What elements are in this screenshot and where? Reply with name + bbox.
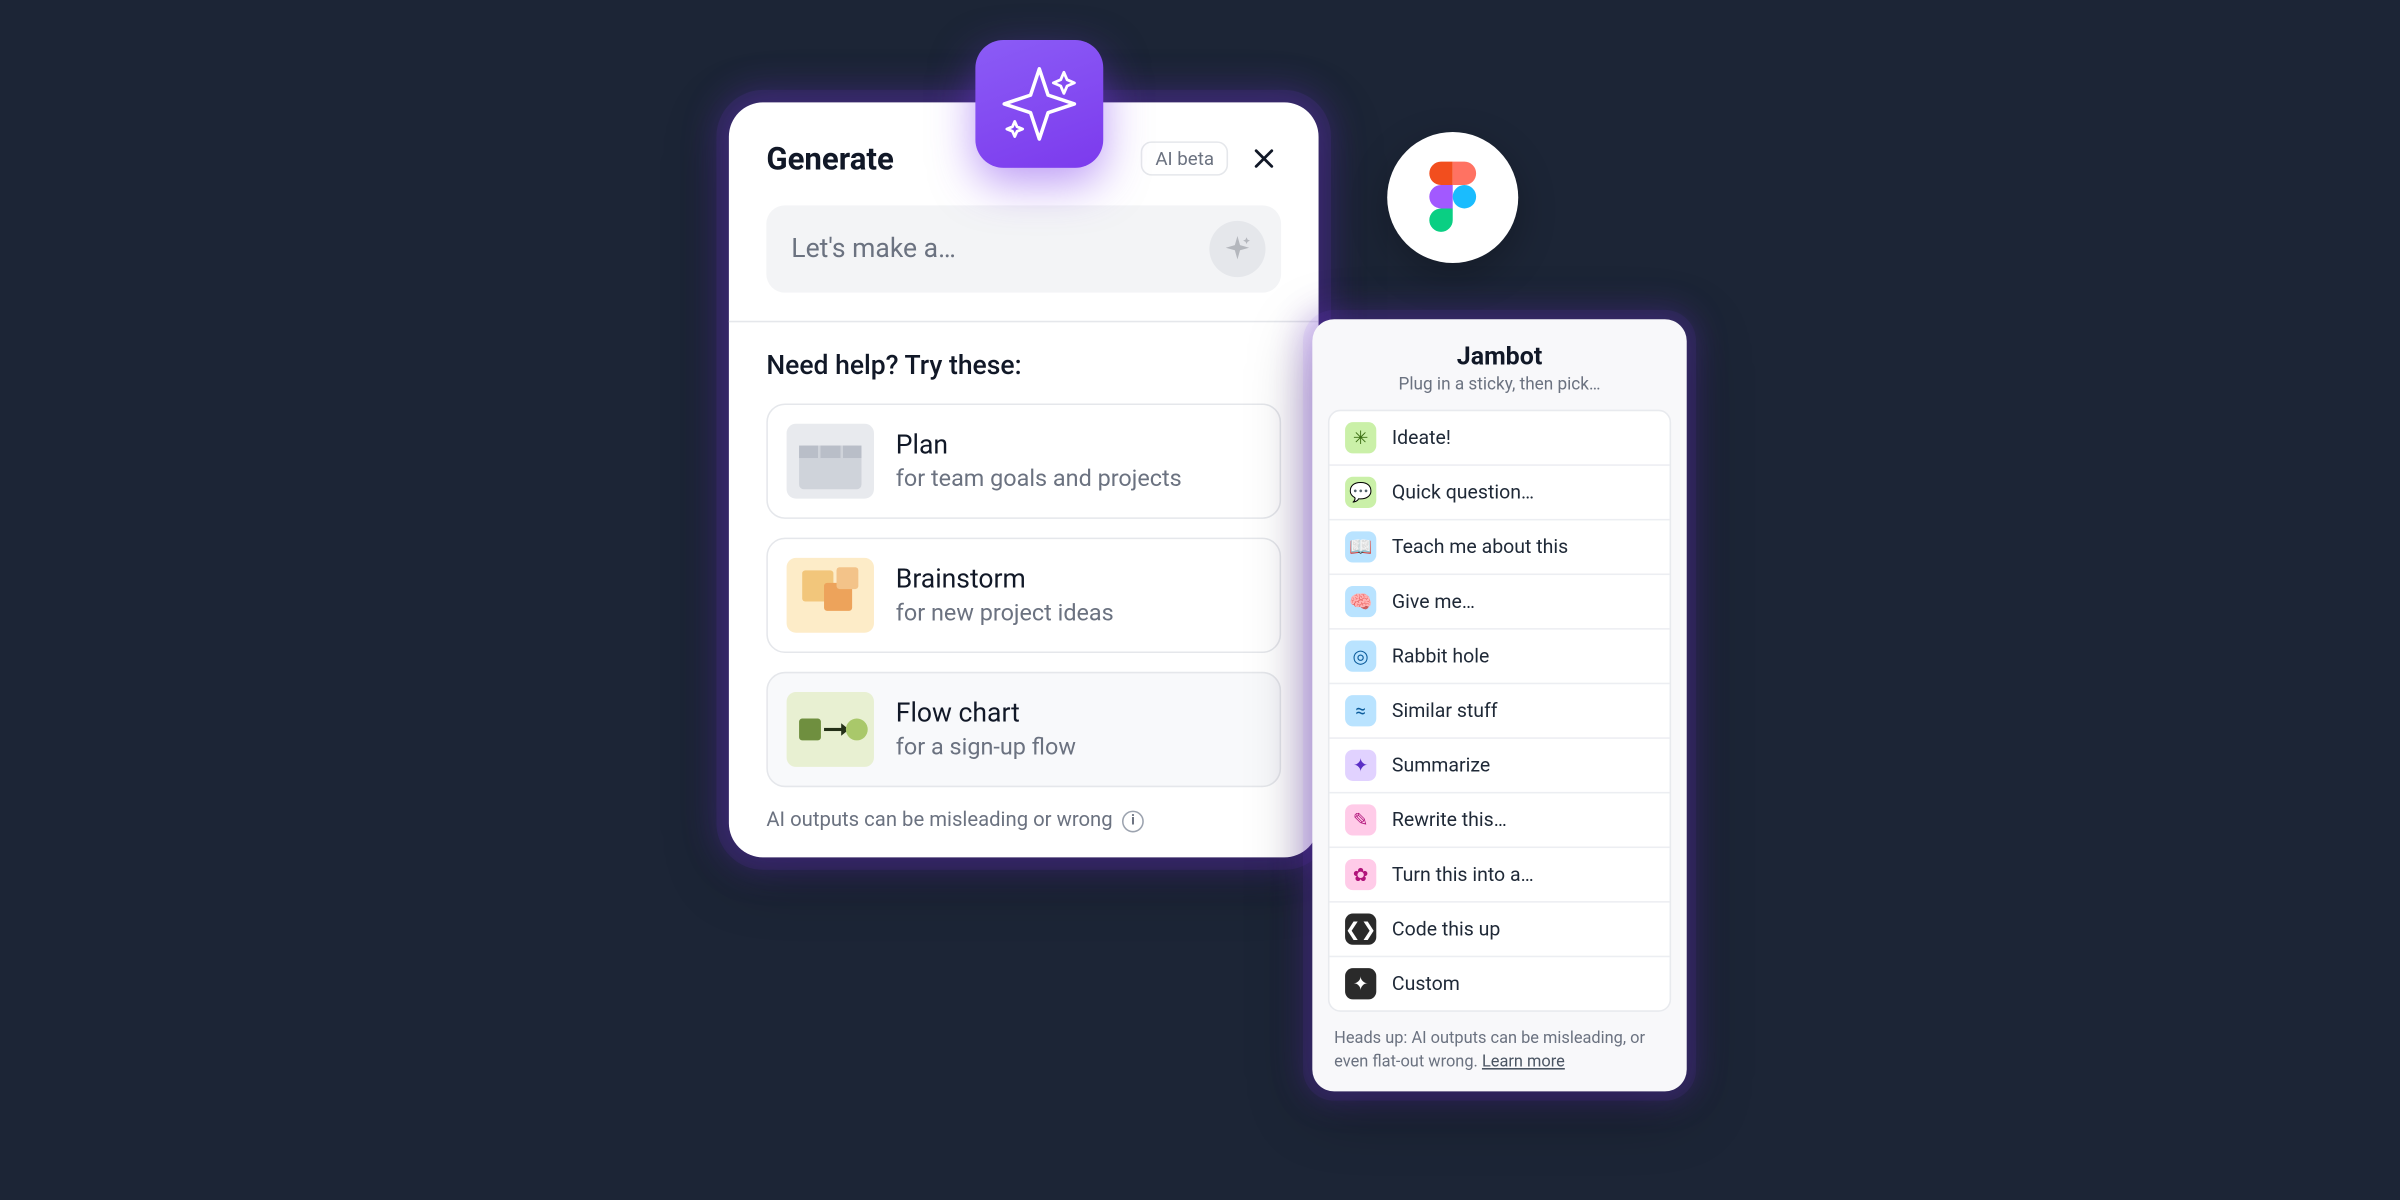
jambot-item-icon: ❮❯ bbox=[1345, 914, 1376, 945]
jambot-footer: Heads up: AI outputs can be misleading, … bbox=[1312, 1012, 1686, 1077]
jambot-item-icon: ≈ bbox=[1345, 695, 1376, 726]
jambot-item-icon: ✿ bbox=[1345, 859, 1376, 890]
ai-disclaimer: AI outputs can be misleading or wrong i bbox=[766, 809, 1281, 832]
suggestion-subtitle: for team goals and projects bbox=[896, 464, 1182, 492]
suggestion-title: Brainstorm bbox=[896, 564, 1114, 595]
prompt-placeholder: Let's make a… bbox=[791, 233, 1209, 264]
suggestion-brainstorm[interactable]: Brainstorm for new project ideas bbox=[766, 538, 1281, 653]
suggestion-subtitle: for new project ideas bbox=[896, 598, 1114, 626]
suggestion-title: Flow chart bbox=[896, 698, 1076, 729]
suggestion-plan[interactable]: Plan for team goals and projects bbox=[766, 403, 1281, 518]
jambot-item-icon: 🧠 bbox=[1345, 586, 1376, 617]
jambot-item-icon: ✳ bbox=[1345, 422, 1376, 453]
jambot-item-label: Quick question… bbox=[1392, 481, 1534, 504]
jambot-item-label: Similar stuff bbox=[1392, 699, 1498, 722]
jambot-item-label: Ideate! bbox=[1392, 426, 1451, 449]
ai-beta-badge: AI beta bbox=[1141, 141, 1228, 175]
jambot-item-icon: ✎ bbox=[1345, 804, 1376, 835]
jambot-subtitle: Plug in a sticky, then pick… bbox=[1312, 374, 1686, 394]
suggestion-title: Plan bbox=[896, 430, 1182, 461]
ai-sparkle-badge bbox=[975, 40, 1103, 168]
panel-title: Generate bbox=[766, 140, 893, 177]
suggestion-flowchart[interactable]: Flow chart for a sign-up flow bbox=[766, 672, 1281, 787]
jambot-item-icon: ✦ bbox=[1345, 750, 1376, 781]
jambot-item[interactable]: 📖 Teach me about this bbox=[1329, 520, 1669, 575]
jambot-item[interactable]: ✦ Custom bbox=[1329, 957, 1669, 1010]
jambot-item[interactable]: ❮❯ Code this up bbox=[1329, 903, 1669, 958]
disclaimer-text: AI outputs can be misleading or wrong bbox=[766, 809, 1112, 832]
prompt-input[interactable]: Let's make a… bbox=[766, 205, 1281, 292]
sparkle-icon bbox=[997, 62, 1081, 146]
jambot-item-label: Code this up bbox=[1392, 917, 1500, 940]
jambot-item-label: Custom bbox=[1392, 972, 1460, 995]
generate-button[interactable] bbox=[1209, 221, 1265, 277]
close-button[interactable] bbox=[1247, 141, 1281, 175]
jambot-item-label: Turn this into a… bbox=[1392, 863, 1534, 886]
flowchart-thumbnail-icon bbox=[787, 692, 874, 767]
jambot-item-icon: ◎ bbox=[1345, 641, 1376, 672]
jambot-panel: Jambot Plug in a sticky, then pick… ✳ Ide… bbox=[1312, 319, 1686, 1092]
jambot-item[interactable]: ◎ Rabbit hole bbox=[1329, 630, 1669, 685]
jambot-title: Jambot bbox=[1312, 341, 1686, 371]
jambot-item[interactable]: 💬 Quick question… bbox=[1329, 466, 1669, 521]
jambot-action-list: ✳ Ideate! 💬 Quick question… 📖 Teach me about … bbox=[1328, 410, 1671, 1012]
jambot-item-icon: 📖 bbox=[1345, 531, 1376, 562]
jambot-item[interactable]: ✳ Ideate! bbox=[1329, 411, 1669, 466]
jambot-item[interactable]: ✎ Rewrite this… bbox=[1329, 793, 1669, 848]
jambot-item[interactable]: ✦ Summarize bbox=[1329, 739, 1669, 794]
jambot-item-label: Give me… bbox=[1392, 590, 1475, 613]
learn-more-link[interactable]: Learn more bbox=[1482, 1050, 1565, 1070]
jambot-item-icon: 💬 bbox=[1345, 477, 1376, 508]
generate-panel: Generate AI beta Let's make a… Need he bbox=[729, 102, 1319, 857]
close-icon bbox=[1251, 146, 1276, 171]
divider bbox=[729, 321, 1319, 323]
suggestion-subtitle: for a sign-up flow bbox=[896, 733, 1076, 761]
plan-thumbnail-icon bbox=[787, 424, 874, 499]
info-icon[interactable]: i bbox=[1122, 810, 1144, 832]
jambot-item-label: Teach me about this bbox=[1392, 535, 1568, 558]
sparkle-icon bbox=[1222, 233, 1253, 264]
jambot-item-label: Summarize bbox=[1392, 754, 1490, 777]
jambot-item-label: Rabbit hole bbox=[1392, 644, 1489, 667]
jambot-item-label: Rewrite this… bbox=[1392, 808, 1507, 831]
try-these-heading: Need help? Try these: bbox=[766, 350, 1281, 381]
jambot-item[interactable]: ≈ Similar stuff bbox=[1329, 684, 1669, 739]
figma-logo-icon bbox=[1429, 162, 1476, 234]
jambot-item[interactable]: ✿ Turn this into a… bbox=[1329, 848, 1669, 903]
jambot-item[interactable]: 🧠 Give me… bbox=[1329, 575, 1669, 630]
jambot-item-icon: ✦ bbox=[1345, 968, 1376, 999]
figma-logo-bubble bbox=[1387, 132, 1518, 263]
brainstorm-thumbnail-icon bbox=[787, 558, 874, 633]
